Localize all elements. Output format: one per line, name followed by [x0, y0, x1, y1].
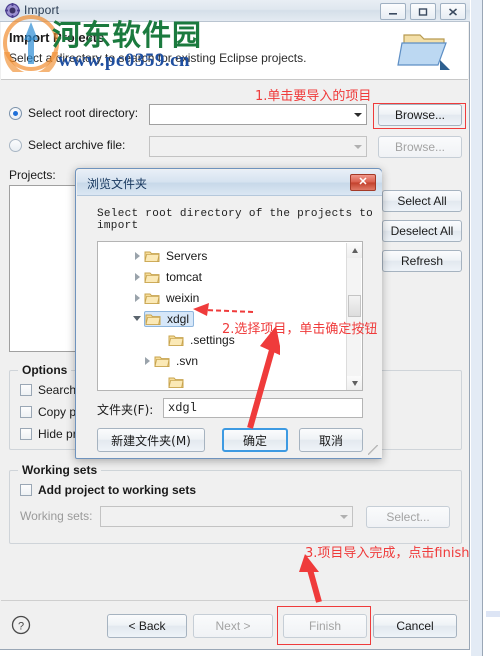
copy-projects-checkbox[interactable] [20, 406, 32, 418]
import-folder-icon [396, 26, 454, 76]
tree-item-label: .svn [176, 353, 199, 368]
tree-item-label: tomcat [166, 269, 203, 284]
svg-text:?: ? [18, 621, 24, 633]
folder-field-label: 文件夹(F): [97, 403, 154, 417]
folder-icon [145, 312, 165, 326]
chevron-right-icon[interactable] [130, 272, 144, 281]
annotation-step-1: 1.单击要导入的项目 [255, 89, 372, 104]
browse-dialog-prompt: Select root directory of the projects to… [97, 208, 374, 232]
folder-icon [144, 291, 164, 305]
root-directory-combo[interactable] [149, 104, 367, 125]
minimize-button[interactable] [380, 3, 406, 20]
tree-item-tomcat[interactable]: tomcat [130, 265, 202, 288]
search-nested-checkbox[interactable] [20, 384, 32, 396]
folder-icon [144, 270, 164, 284]
annotation-step-2: 2.选择项目，单击确定按钮 [222, 322, 378, 337]
browse-archive-file-button: Browse... [378, 136, 462, 158]
chevron-down-icon[interactable] [130, 316, 144, 321]
root-directory-label: Select root directory: [28, 106, 139, 120]
chevron-down-icon-working-sets [335, 507, 352, 526]
scroll-up-icon[interactable] [347, 243, 362, 258]
archive-file-label: Select archive file: [28, 138, 126, 152]
page-subtitle: Select a directory to search for existin… [9, 51, 307, 65]
folder-icon [168, 375, 188, 389]
tree-item-label: Servers [166, 248, 208, 263]
archive-file-combo [149, 136, 367, 157]
cancel-button[interactable]: Cancel [373, 614, 457, 638]
resize-grip-icon[interactable] [368, 445, 378, 455]
tree-item-partial[interactable] [154, 370, 188, 390]
select-working-sets-button: Select... [366, 506, 450, 528]
close-button[interactable] [440, 3, 466, 20]
next-button: Next > [193, 614, 273, 638]
scroll-down-icon[interactable] [347, 376, 362, 390]
archive-file-radio-row[interactable]: Select archive file: [9, 138, 125, 152]
browse-dialog-close-icon[interactable]: ✕ [350, 174, 376, 191]
new-folder-button[interactable]: 新建文件夹(M) [97, 428, 205, 452]
browse-root-directory-button[interactable]: Browse... [378, 104, 462, 126]
folder-icon [168, 333, 188, 347]
tree-item-servers[interactable]: Servers [130, 244, 207, 267]
working-sets-group: Working sets Add project to working sets… [9, 463, 462, 544]
chevron-right-icon[interactable] [140, 356, 154, 365]
maximize-button[interactable] [410, 3, 436, 20]
chevron-right-icon[interactable] [130, 293, 144, 302]
right-gutter-bar [471, 0, 483, 656]
add-to-working-sets-checkbox[interactable] [20, 484, 32, 496]
hide-projects-checkbox[interactable] [20, 428, 32, 440]
window-titlebar[interactable]: Import [0, 0, 470, 22]
projects-label: Projects: [9, 168, 56, 182]
folder-icon [154, 354, 174, 368]
root-directory-radio[interactable] [9, 106, 22, 120]
browse-dialog-title: 浏览文件夹 [87, 177, 148, 191]
window-controls [380, 3, 466, 20]
select-all-button[interactable]: Select All [382, 190, 462, 212]
window-title: Import [24, 3, 60, 17]
folder-field-row: 文件夹(F): [97, 401, 153, 418]
page-title: Import Projects [9, 30, 105, 45]
scrollbar-thumb[interactable] [348, 295, 361, 317]
screenshot-root: Import Import Projects Select a director… [0, 0, 500, 656]
wizard-footer: ? < Back Next > Finish Cancel [1, 600, 468, 649]
eclipse-import-icon [5, 3, 20, 18]
working-sets-combo-label: Working sets: [20, 509, 93, 523]
refresh-button[interactable]: Refresh [382, 250, 462, 272]
finish-button: Finish [283, 614, 367, 638]
tree-scrollbar[interactable] [346, 243, 362, 390]
browse-dialog-titlebar[interactable]: 浏览文件夹 ✕ [77, 170, 382, 196]
gutter-chip [486, 611, 500, 617]
add-to-working-sets-row[interactable]: Add project to working sets [20, 483, 196, 497]
chevron-down-icon[interactable] [349, 105, 366, 124]
deselect-all-button[interactable]: Deselect All [382, 220, 462, 242]
annotation-step-3: 3.项目导入完成，点击finish [305, 546, 470, 561]
chevron-right-icon[interactable] [130, 251, 144, 260]
wizard-header: Import Projects Select a directory to se… [1, 22, 468, 80]
help-question-icon[interactable]: ? [11, 615, 31, 635]
back-button[interactable]: < Back [107, 614, 187, 638]
tree-item-svn[interactable]: .svn [140, 349, 198, 372]
options-group-title: Options [18, 363, 72, 377]
working-sets-combo [100, 506, 353, 527]
add-to-working-sets-label: Add project to working sets [38, 483, 197, 497]
root-directory-radio-row[interactable]: Select root directory: [9, 106, 138, 120]
working-sets-group-title: Working sets [18, 463, 102, 477]
ok-button[interactable]: 确定 [222, 428, 288, 452]
cancel-button-dialog[interactable]: 取消 [299, 428, 363, 452]
chevron-down-icon-disabled [349, 137, 366, 156]
folder-icon [144, 249, 164, 263]
archive-file-radio[interactable] [9, 138, 22, 152]
